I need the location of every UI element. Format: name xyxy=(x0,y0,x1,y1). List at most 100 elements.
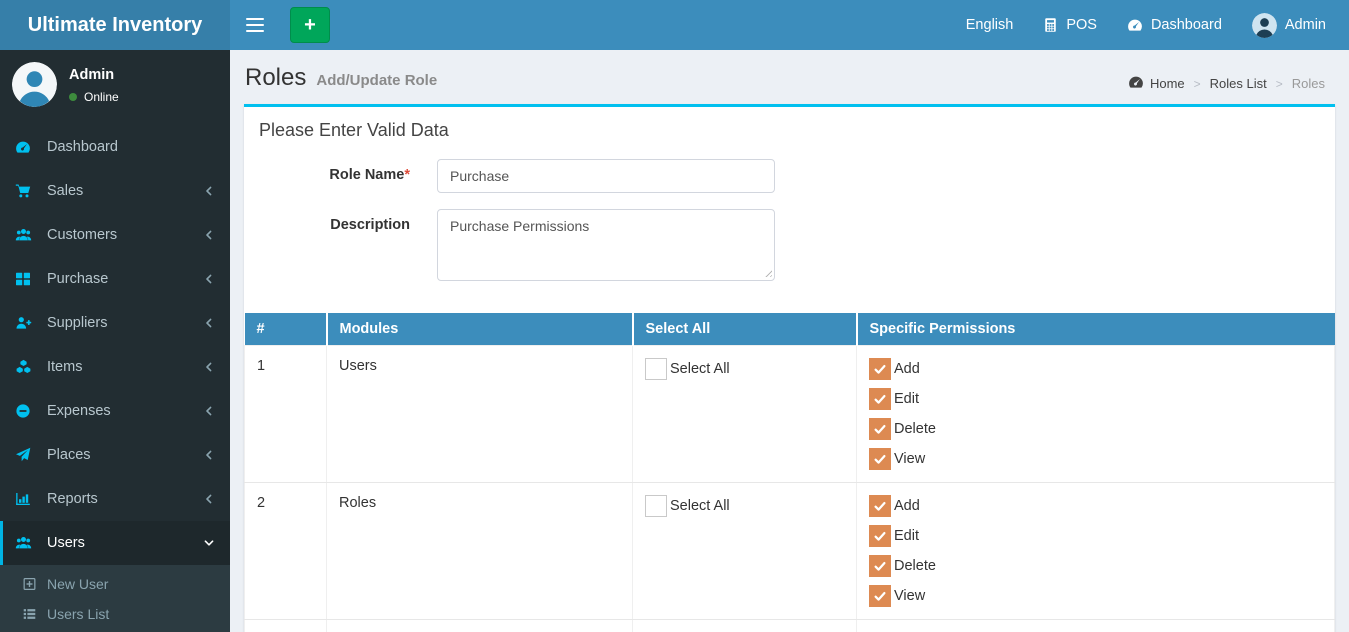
specific-permissions-cell: Add Edit Delete View xyxy=(856,482,1335,620)
sidebar-item-sales[interactable]: Sales xyxy=(0,169,230,213)
user-plus-icon xyxy=(15,315,37,331)
permission-view: View xyxy=(869,585,1322,607)
description-input[interactable]: Purchase Permissions xyxy=(437,209,775,281)
role-name-label: Role Name* xyxy=(329,167,410,183)
sidebar-item-expenses[interactable]: Expenses xyxy=(0,389,230,433)
sidebar-item-places[interactable]: Places xyxy=(0,433,230,477)
description-row: Description Purchase Permissions xyxy=(244,209,1320,281)
chevron-down-icon xyxy=(203,537,215,549)
column-header: Select All xyxy=(631,313,857,346)
sidebar-item-items[interactable]: Items xyxy=(0,345,230,389)
cubes-icon xyxy=(15,359,37,375)
permission-delete: Delete xyxy=(869,418,1322,440)
checkbox-roles-delete[interactable] xyxy=(869,555,891,577)
main-content: Roles Add/Update Role Home > Roles List > Ro… xyxy=(230,50,1349,632)
user-avatar xyxy=(12,62,57,107)
content-header: Roles Add/Update Role Home > Roles List > Ro… xyxy=(230,50,1349,104)
navbar-item-label: POS xyxy=(1066,17,1097,33)
navbar-avatar xyxy=(1251,12,1277,38)
sidebar-subitem-label: New User xyxy=(47,576,109,592)
top-navbar: Ultimate Inventory + English POS Dashboard… xyxy=(0,0,1349,50)
table-row-users: 1 Users Select All Add Edit Delete View xyxy=(244,345,1335,483)
chevron-left-icon xyxy=(203,273,215,285)
sidebar-subitem-new-user[interactable]: New User xyxy=(0,569,230,599)
quick-add-button[interactable]: + xyxy=(290,7,330,43)
navbar-item-dashboard[interactable]: Dashboard xyxy=(1112,0,1237,50)
panel-title: Please Enter Valid Data xyxy=(259,120,449,140)
chevron-left-icon xyxy=(203,185,215,197)
checkbox-users-delete[interactable] xyxy=(869,418,891,440)
select-all-cell: Select All xyxy=(632,619,857,632)
checkbox-users-edit[interactable] xyxy=(869,388,891,410)
description-label: Description xyxy=(330,217,410,233)
row-number-cell: 3 xyxy=(244,619,327,632)
role-name-input[interactable] xyxy=(437,159,775,193)
breadcrumb-item-home[interactable]: Home xyxy=(1128,74,1185,93)
permission-label: Add xyxy=(894,361,920,377)
checkbox-users-add[interactable] xyxy=(869,358,891,380)
navbar-item-english[interactable]: English xyxy=(951,0,1029,50)
permissions-table: # Modules Select All Specific Permissions 1… xyxy=(244,313,1335,632)
permission-label: Edit xyxy=(894,391,919,407)
sidebar-item-reports[interactable]: Reports xyxy=(0,477,230,521)
module-cell: Users xyxy=(326,345,633,483)
page-subtitle: Add/Update Role xyxy=(316,72,438,89)
app-logo[interactable]: Ultimate Inventory xyxy=(0,0,230,50)
breadcrumb: Home > Roles List > Roles xyxy=(1128,74,1325,93)
sidebar-item-label: Users xyxy=(47,535,85,551)
permission-label: View xyxy=(894,588,926,604)
chevron-left-icon xyxy=(203,449,215,461)
sidebar-item-label: Reports xyxy=(47,491,98,507)
sidebar-item-label: Purchase xyxy=(47,271,109,287)
permission-add: Add xyxy=(869,358,1322,380)
navbar-right-menu: English POS Dashboard Admin xyxy=(951,0,1349,50)
sidebar-item-label: Items xyxy=(47,359,83,375)
checkbox-roles-edit[interactable] xyxy=(869,525,891,547)
user-status-label: Online xyxy=(84,90,119,104)
checkbox-users-view[interactable] xyxy=(869,448,891,470)
column-header: Specific Permissions xyxy=(855,313,1335,346)
specific-permissions-cell: Add Edit Delete View xyxy=(856,345,1335,483)
user-name: Admin xyxy=(69,67,115,83)
select-all-cell: Select All xyxy=(632,482,857,620)
sidebar-submenu: New UserUsers ListRoles List xyxy=(0,565,230,632)
roles-form-panel: Please Enter Valid Data Role Name* Descr… xyxy=(244,104,1335,632)
navbar-item-label: Dashboard xyxy=(1150,17,1222,33)
navbar-item-pos[interactable]: POS xyxy=(1028,0,1112,50)
online-status-icon xyxy=(69,93,77,101)
sidebar-subitem-users-list[interactable]: Users List xyxy=(0,599,230,629)
navbar-item-label: Admin xyxy=(1284,17,1326,33)
checkbox-select-all-users[interactable] xyxy=(645,358,667,380)
sidebar-toggle-icon[interactable] xyxy=(230,0,280,50)
select-all-label: Select All xyxy=(670,361,730,377)
sidebar-item-customers[interactable]: Customers xyxy=(0,213,230,257)
table-row-roles: 2 Roles Select All Add Edit Delete View xyxy=(244,482,1335,620)
sidebar-item-suppliers[interactable]: Suppliers xyxy=(0,301,230,345)
breadcrumb-separator: > xyxy=(1193,76,1201,91)
breadcrumb-item-roles-list[interactable]: Roles List xyxy=(1210,76,1267,91)
checkbox-roles-add[interactable] xyxy=(869,495,891,517)
users-icon xyxy=(15,227,37,243)
module-cell: Tax xyxy=(326,619,633,632)
checkbox-select-all-roles[interactable] xyxy=(645,495,667,517)
permission-label: Add xyxy=(894,498,920,514)
chevron-left-icon xyxy=(203,317,215,329)
user-status: Online xyxy=(69,90,119,104)
permission-label: Edit xyxy=(894,528,919,544)
sidebar-subitem-label: Users List xyxy=(47,606,110,622)
chevron-left-icon xyxy=(203,229,215,241)
role-name-row: Role Name* xyxy=(244,159,1320,193)
checkbox-roles-view[interactable] xyxy=(869,585,891,607)
sidebar-item-label: Dashboard xyxy=(47,139,118,155)
sidebar-item-users[interactable]: Users xyxy=(0,521,230,565)
bar-chart-icon xyxy=(15,491,37,507)
sidebar-menu: Dashboard Sales Customers Purchase Suppliers… xyxy=(0,125,230,632)
navbar-item-admin[interactable]: Admin xyxy=(1237,0,1341,50)
navbar-left: + xyxy=(230,0,330,50)
cart-icon xyxy=(15,183,37,199)
chevron-left-icon xyxy=(203,361,215,373)
sidebar: Admin Online Dashboard Sales Customers Purc… xyxy=(0,50,230,632)
sidebar-item-purchase[interactable]: Purchase xyxy=(0,257,230,301)
sidebar-item-dashboard[interactable]: Dashboard xyxy=(0,125,230,169)
breadcrumb-label: Roles List xyxy=(1209,76,1267,91)
